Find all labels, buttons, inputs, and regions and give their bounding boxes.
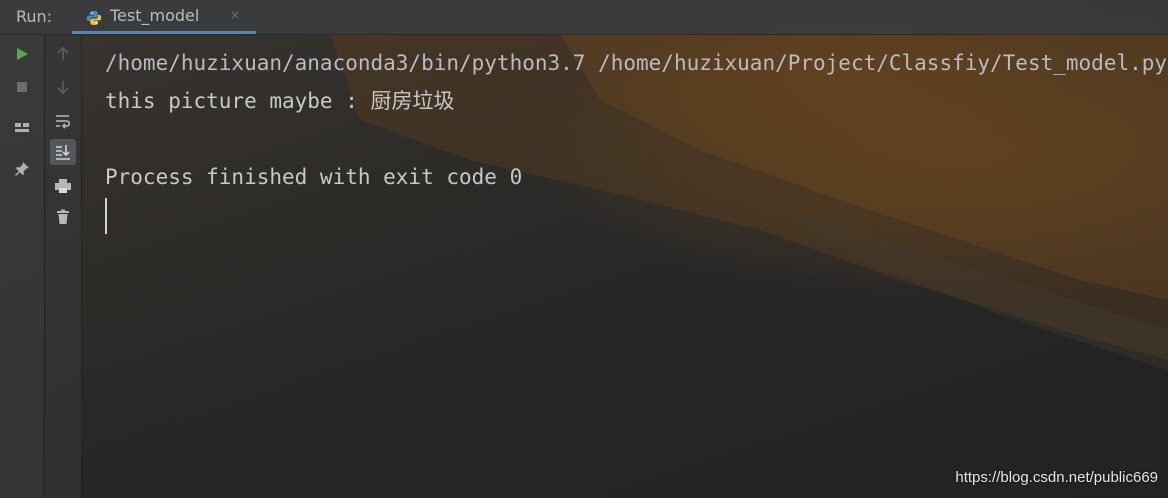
run-label: Run: bbox=[16, 7, 53, 26]
trash-icon[interactable] bbox=[50, 204, 76, 230]
console-line-exit: Process finished with exit code 0 bbox=[105, 165, 523, 189]
layout-icon[interactable] bbox=[9, 114, 35, 140]
run-icon[interactable] bbox=[9, 41, 35, 67]
close-icon[interactable]: × bbox=[230, 8, 240, 22]
run-toolbar-right bbox=[45, 35, 82, 498]
ide-run-window: Run: Test_model × /home/huzixuan/anacond… bbox=[0, 0, 1168, 498]
up-arrow-icon[interactable] bbox=[50, 41, 76, 67]
stop-icon[interactable] bbox=[9, 74, 35, 100]
tab-test-model[interactable]: Test_model × bbox=[72, 0, 256, 34]
console-line-command: /home/huzixuan/anaconda3/bin/python3.7 /… bbox=[105, 51, 1168, 75]
run-tab-bar: Run: Test_model × bbox=[0, 0, 1168, 35]
soft-wrap-icon[interactable] bbox=[50, 108, 76, 134]
tab-label: Test_model bbox=[110, 6, 200, 25]
pin-icon[interactable] bbox=[9, 156, 35, 182]
python-icon bbox=[86, 10, 102, 30]
down-arrow-icon[interactable] bbox=[50, 74, 76, 100]
scroll-to-end-icon[interactable] bbox=[50, 139, 76, 165]
text-caret bbox=[105, 198, 107, 234]
watermark: https://blog.csdn.net/public669 bbox=[955, 469, 1158, 486]
run-toolbar-left bbox=[0, 35, 45, 498]
console-line-result: this picture maybe : 厨房垃圾 bbox=[105, 89, 455, 113]
print-icon[interactable] bbox=[50, 173, 76, 199]
console-output[interactable]: /home/huzixuan/anaconda3/bin/python3.7 /… bbox=[105, 44, 1168, 234]
